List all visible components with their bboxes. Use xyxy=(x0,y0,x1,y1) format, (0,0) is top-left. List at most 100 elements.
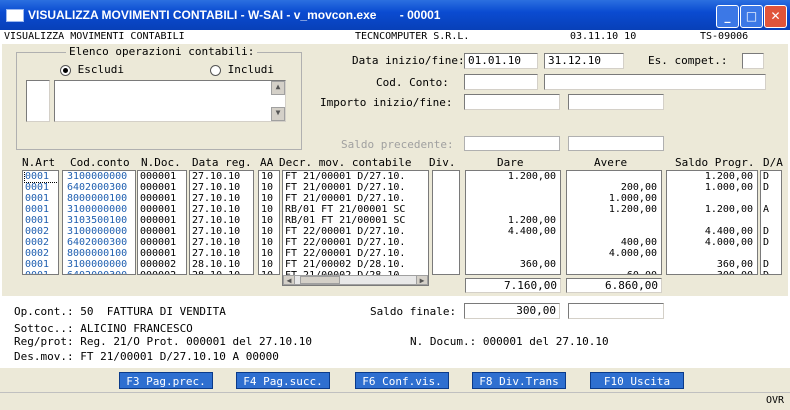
cell-datareg: 27.10.10 xyxy=(192,171,241,182)
cell-aa: 10 xyxy=(261,193,274,204)
header-doc-number: N.Doc. xyxy=(141,156,181,169)
operation-code-field[interactable] xyxy=(26,80,50,122)
cell-codconto: 8000000100 xyxy=(67,193,128,204)
window-title: VISUALIZZA MOVIMENTI CONTABILI - W-SAI -… xyxy=(28,8,441,22)
exit-button[interactable]: F10 Uscita xyxy=(590,372,684,389)
competence-field[interactable] xyxy=(742,53,764,69)
cell-descr: FT 21/00001 D/27.10. xyxy=(285,171,406,182)
minimize-icon[interactable]: _ xyxy=(716,5,739,28)
confirm-view-button[interactable]: F6 Conf.vis. xyxy=(355,372,449,389)
operation-info: Op.cont.: 50 FATTURA DI VENDITA xyxy=(14,305,226,318)
cell-aa: 10 xyxy=(261,215,274,226)
currency-transaction-button[interactable]: F8 Div.Trans xyxy=(472,372,566,389)
cell-avere xyxy=(567,259,657,270)
maximize-icon[interactable]: □ xyxy=(740,5,763,28)
amount-start-field[interactable] xyxy=(464,94,560,110)
cell-saldo: 4.000,00 xyxy=(704,237,753,248)
scroll-thumb[interactable] xyxy=(300,276,340,284)
cell-da: D xyxy=(763,259,770,270)
amount-label: Importo inizio/fine: xyxy=(320,96,453,109)
cell-dare xyxy=(466,182,556,193)
column-debit[interactable]: 1.200,00 1.200,00 4.400,00 360,00 xyxy=(465,170,561,275)
column-description[interactable]: FT 21/00001 D/27.10. FT 21/00001 D/27.10.… xyxy=(282,170,429,286)
cell-descr: FT 21/00001 D/27.10. xyxy=(285,193,406,204)
date-label: Data inizio/fine: xyxy=(352,54,465,67)
column-currency[interactable] xyxy=(432,170,460,275)
column-account-code[interactable]: 3100000000 6402000300 8000000100 3100000000… xyxy=(62,170,136,275)
cell-ndoc: 000001 xyxy=(140,182,177,193)
cell-descr: RB/01 FT 21/00001 SC xyxy=(285,204,406,215)
column-nart[interactable]: 0001000100010001000100020002000200010001 xyxy=(22,170,59,275)
exclude-radio-dot[interactable] xyxy=(60,64,71,76)
cell-codconto: 3100000000 xyxy=(67,226,128,237)
header-reg-date: Data reg. xyxy=(192,156,252,169)
column-credit[interactable]: 200,001.000,001.200,00 400,004.000,00 60,0… xyxy=(566,170,662,275)
cell-datareg: 27.10.10 xyxy=(192,182,241,193)
cell-aa: 10 xyxy=(261,237,274,248)
subaccount-info: Sottoc..: ALICINO FRANCESCO xyxy=(14,322,193,335)
column-debit-credit[interactable]: DDADDDD xyxy=(760,170,782,275)
close-icon[interactable]: ✕ xyxy=(764,5,787,28)
date-start-field[interactable]: 01.01.10 xyxy=(464,53,538,69)
competence-label: Es. compet.: xyxy=(648,54,728,67)
app-icon xyxy=(6,9,24,22)
cell-saldo: 4.400,00 xyxy=(704,226,753,237)
next-page-button[interactable]: F4 Pag.succ. xyxy=(236,372,330,389)
cell-descr: FT 22/00001 D/27.10. xyxy=(285,248,406,259)
scroll-right-icon[interactable]: ▶ xyxy=(416,275,428,285)
account-code-field[interactable] xyxy=(464,74,538,90)
account-desc-field[interactable] xyxy=(544,74,766,90)
cell-nart: 0002 xyxy=(25,226,50,237)
exclude-radio[interactable]: Escludi xyxy=(60,63,124,76)
operations-legend: Elenco operazioni contabili: xyxy=(66,45,258,58)
cell-codconto: 6402000300 xyxy=(67,270,135,274)
cell-ndoc: 000001 xyxy=(140,193,177,204)
cell-saldo: 1.000,00 xyxy=(704,182,753,193)
cell-da: D xyxy=(763,182,770,193)
document-info: N. Docum.: 000001 del 27.10.10 xyxy=(410,335,609,348)
include-label: Includi xyxy=(227,63,274,76)
cell-nart: 0002 xyxy=(25,248,50,259)
include-radio[interactable]: Includi xyxy=(210,63,274,76)
status-bar xyxy=(0,392,790,410)
column-year[interactable]: 10101010101010101010 xyxy=(258,170,280,275)
cell-aa: 10 xyxy=(261,182,274,193)
column-balance[interactable]: 1.200,00 1.000,00 1.200,00 4.400,00 4.000,00… xyxy=(666,170,758,275)
cell-ndoc: 000002 xyxy=(140,270,186,274)
cell-ndoc: 000001 xyxy=(140,248,177,259)
header-description: Decr. mov. contabile xyxy=(279,156,412,169)
movement-description: Des.mov.: FT 21/00001 D/27.10.10 A 00000 xyxy=(14,350,279,363)
scroll-up-icon[interactable]: ▲ xyxy=(271,81,285,95)
cell-datareg: 28.10.10 xyxy=(192,270,253,274)
include-radio-dot[interactable] xyxy=(210,64,221,76)
previous-balance-field xyxy=(464,136,560,151)
cell-saldo xyxy=(667,248,753,259)
amount-end-field[interactable] xyxy=(568,94,664,110)
header-nart: N.Art xyxy=(22,156,56,169)
column-doc-number[interactable]: 000001 000001 000001 000001 000001 000001 0000… xyxy=(137,170,187,275)
overwrite-indicator: OVR xyxy=(766,395,785,406)
cell-avere: 200,00 xyxy=(620,182,657,193)
scroll-down-icon[interactable]: ▼ xyxy=(271,107,285,121)
cell-codconto: 6402000300 xyxy=(67,182,128,193)
cell-codconto: 3103500100 xyxy=(67,215,128,226)
column-reg-date[interactable]: 27.10.10 27.10.10 27.10.10 27.10.10 27.10.10… xyxy=(189,170,254,275)
header-account-code: Cod.conto xyxy=(70,156,130,169)
cell-aa: 10 xyxy=(261,259,274,270)
cell-aa: 10 xyxy=(261,270,279,274)
previous-balance-label: Saldo precedente: xyxy=(341,138,454,151)
scroll-left-icon[interactable]: ◀ xyxy=(283,275,295,285)
cell-codconto: 3100000000 xyxy=(67,204,128,215)
header-debit: Dare xyxy=(497,156,524,169)
cell-avere xyxy=(567,171,657,182)
cell-dare: 1.200,00 xyxy=(507,171,556,182)
date-end-field[interactable]: 31.12.10 xyxy=(544,53,624,69)
header-balance: Saldo Progr. xyxy=(675,156,755,169)
prev-page-button[interactable]: F3 Pag.prec. xyxy=(119,372,213,389)
cell-avere: 400,00 xyxy=(620,237,657,248)
session-date: 03.11.10 10 xyxy=(570,31,637,42)
operation-list-field[interactable] xyxy=(54,80,286,122)
cell-da: D xyxy=(763,237,770,248)
cell-aa: 10 xyxy=(261,171,274,182)
previous-balance-field-2 xyxy=(568,136,664,151)
